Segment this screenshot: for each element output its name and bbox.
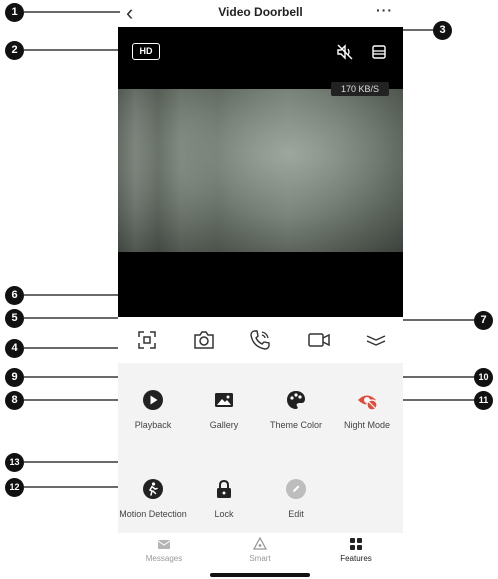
callout-1: 1	[5, 3, 24, 22]
edit-label: Edit	[288, 509, 304, 519]
callout-13: 13	[5, 453, 24, 472]
palette-icon	[287, 391, 305, 409]
lock-label: Lock	[214, 509, 234, 519]
callout-6: 6	[5, 286, 24, 305]
layout-icon[interactable]	[371, 44, 387, 60]
theme-color-button[interactable]: Theme Color	[261, 389, 331, 431]
messages-icon	[157, 540, 171, 549]
tab-smart[interactable]: Smart	[220, 537, 300, 563]
tab-features[interactable]: Features	[316, 537, 396, 563]
tab-smart-label: Smart	[249, 554, 271, 563]
lock-button[interactable]: Lock	[189, 478, 259, 520]
bitrate-readout: 170 KB/S	[331, 82, 389, 96]
tab-messages-label: Messages	[145, 554, 183, 563]
more-dots-icon[interactable]: ···	[376, 2, 393, 18]
edit-button[interactable]: Edit	[261, 478, 331, 520]
home-indicator	[210, 573, 310, 577]
camera-icon[interactable]	[192, 328, 216, 352]
callout-4: 4	[5, 339, 24, 358]
motion-detection-button[interactable]: Motion Detection	[118, 478, 188, 520]
night-mode-label: Night Mode	[343, 420, 391, 430]
bottom-tab-bar: Messages Smart Features	[118, 533, 403, 579]
callout-3: 3	[433, 21, 452, 40]
feature-panel: Playback Gallery Theme Color Night Mode	[118, 363, 403, 533]
video-toolbar	[118, 317, 403, 363]
tab-messages[interactable]: Messages	[124, 537, 204, 563]
gallery-button[interactable]: Gallery	[189, 389, 259, 431]
callout-7: 7	[474, 311, 493, 330]
speaker-muted-icon[interactable]	[336, 43, 354, 61]
app-header: ‹ Video Doorbell ···	[118, 0, 403, 26]
edit-icon	[286, 479, 306, 499]
callout-8: 8	[5, 391, 24, 410]
night-mode-button[interactable]: Night Mode	[332, 389, 402, 431]
gallery-label: Gallery	[209, 420, 239, 430]
tab-features-label: Features	[340, 554, 372, 563]
callout-5: 5	[5, 309, 24, 328]
hd-button[interactable]: HD	[132, 43, 160, 60]
night-mode-icon	[358, 395, 378, 411]
callout-9: 9	[5, 368, 24, 387]
playback-button[interactable]: Playback	[118, 389, 188, 431]
features-grid-icon	[350, 538, 362, 550]
fullscreen-icon[interactable]	[135, 328, 159, 352]
play-circle-icon	[143, 390, 163, 410]
page-title: Video Doorbell	[218, 5, 303, 19]
callout-11: 11	[474, 391, 493, 410]
lock-icon	[217, 479, 231, 498]
callout-10: 10	[474, 368, 493, 387]
collapse-icon[interactable]	[364, 328, 388, 352]
smart-icon	[253, 537, 267, 550]
talk-icon[interactable]	[248, 328, 272, 352]
motion-detection-icon	[143, 479, 163, 499]
callout-2: 2	[5, 41, 24, 60]
video-viewport[interactable]: HD 170 KB/S	[118, 27, 403, 317]
record-icon[interactable]	[307, 328, 331, 352]
camera-feed	[118, 89, 403, 252]
gallery-icon	[215, 393, 233, 407]
theme-color-label: Theme Color	[269, 420, 323, 430]
playback-label: Playback	[134, 420, 172, 430]
callout-12: 12	[5, 478, 24, 497]
motion-detection-label: Motion Detection	[119, 509, 187, 519]
